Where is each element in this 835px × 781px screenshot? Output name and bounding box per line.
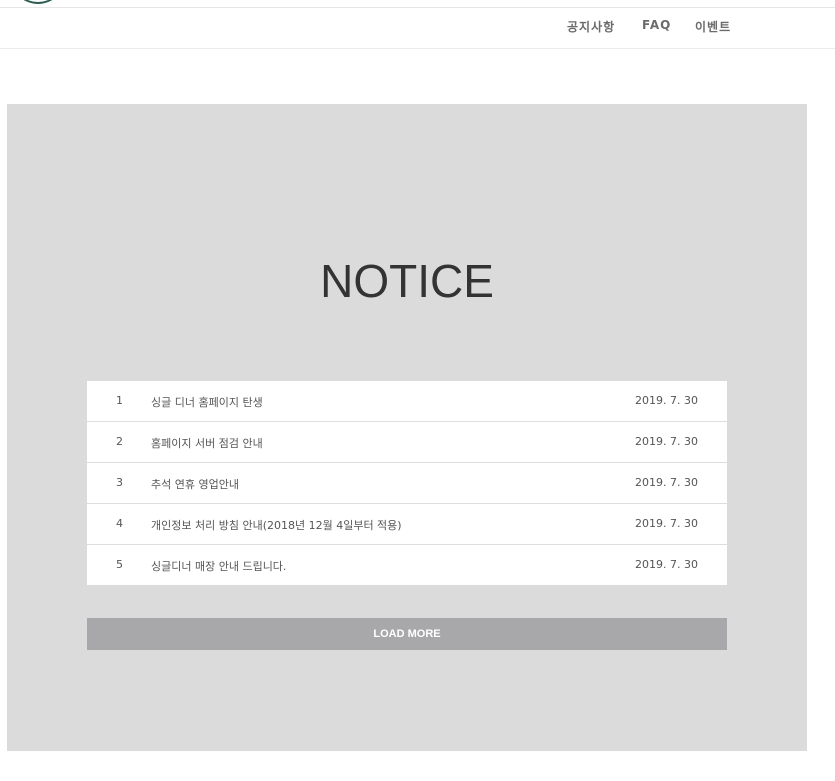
notice-row[interactable]: 1 싱글 디너 홈페이지 탄생 2019. 7. 30	[87, 381, 727, 422]
notice-row[interactable]: 2 홈페이지 서버 점검 안내 2019. 7. 30	[87, 422, 727, 463]
notice-date: 2019. 7. 30	[635, 435, 698, 448]
notice-title-link[interactable]: 싱글디너 매장 안내 드립니다.	[151, 558, 286, 574]
notice-number: 3	[116, 476, 123, 489]
notice-row[interactable]: 5 싱글디너 매장 안내 드립니다. 2019. 7. 30	[87, 545, 727, 585]
notice-title-link[interactable]: 개인정보 처리 방침 안내(2018년 12월 4일부터 적용)	[151, 517, 402, 533]
notice-section: NOTICE 1 싱글 디너 홈페이지 탄생 2019. 7. 30 2 홈페이…	[7, 104, 807, 751]
notice-date: 2019. 7. 30	[635, 476, 698, 489]
nav-item-event[interactable]: 이벤트	[695, 18, 731, 35]
notice-date: 2019. 7. 30	[635, 517, 698, 530]
notice-title-link[interactable]: 홈페이지 서버 점검 안내	[151, 435, 263, 451]
notice-list: 1 싱글 디너 홈페이지 탄생 2019. 7. 30 2 홈페이지 서버 점검…	[87, 381, 727, 585]
top-header-strip	[0, 0, 835, 8]
load-more-button[interactable]: LOAD MORE	[87, 618, 727, 650]
notice-row[interactable]: 3 추석 연휴 영업안내 2019. 7. 30	[87, 463, 727, 504]
main-nav: 공지사항 FAQ 이벤트	[0, 8, 835, 49]
notice-number: 2	[116, 435, 123, 448]
logo-icon[interactable]	[12, 0, 64, 4]
nav-item-faq[interactable]: FAQ	[642, 18, 671, 32]
notice-title-link[interactable]: 싱글 디너 홈페이지 탄생	[151, 394, 263, 410]
nav-item-notice[interactable]: 공지사항	[567, 18, 615, 35]
page-title: NOTICE	[320, 255, 494, 307]
notice-title-link[interactable]: 추석 연휴 영업안내	[151, 476, 239, 492]
notice-number: 1	[116, 394, 123, 407]
notice-number: 4	[116, 517, 123, 530]
notice-date: 2019. 7. 30	[635, 558, 698, 571]
notice-row[interactable]: 4 개인정보 처리 방침 안내(2018년 12월 4일부터 적용) 2019.…	[87, 504, 727, 545]
notice-date: 2019. 7. 30	[635, 394, 698, 407]
notice-number: 5	[116, 558, 123, 571]
